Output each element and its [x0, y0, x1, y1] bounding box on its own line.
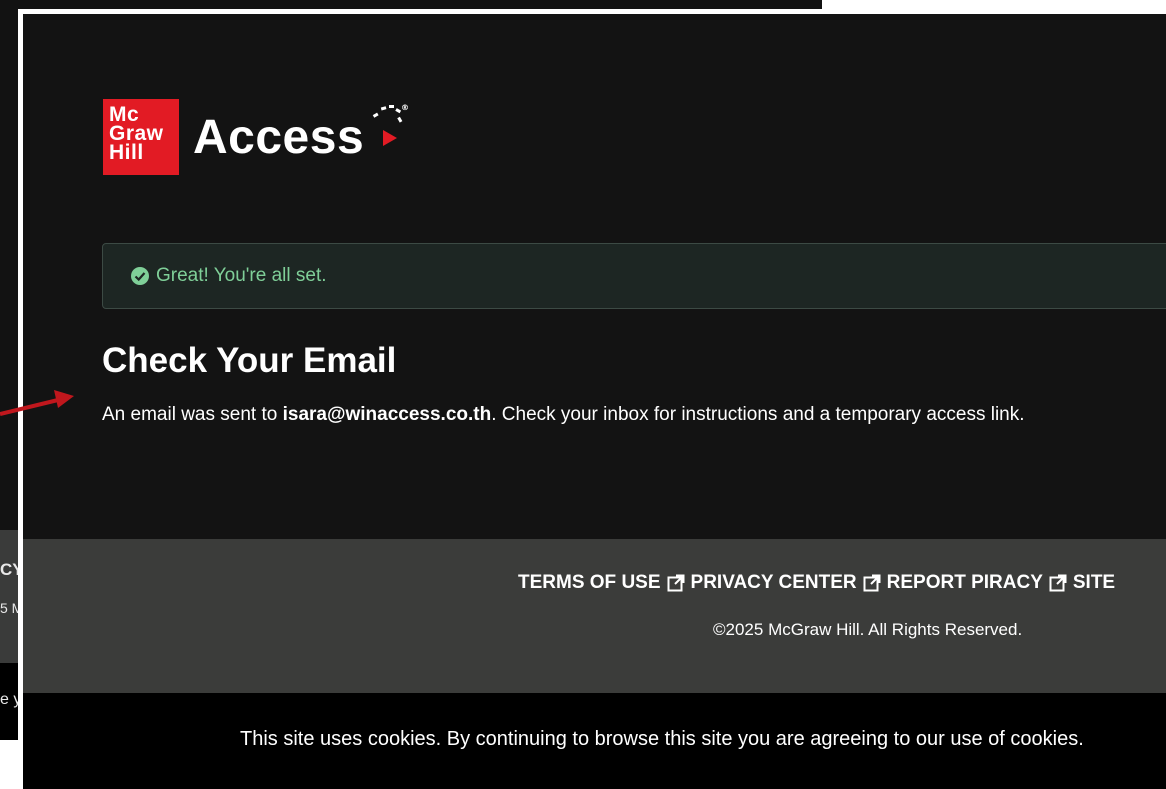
foreground-window: Mc Graw Hill Access ® Great! You're all …: [18, 9, 1166, 789]
message-suffix: . Check your inbox for instructions and …: [491, 404, 1025, 425]
footer-link-terms-of-use[interactable]: TERMS OF USE: [518, 572, 685, 594]
footer-link-label: SITE: [1072, 572, 1116, 593]
access-wordmark-text: Access: [193, 110, 365, 164]
success-alert: Great! You're all set.: [102, 243, 1166, 309]
page-content: Mc Graw Hill Access ® Great! You're all …: [23, 14, 1166, 789]
logo-line-hill: Hill: [109, 141, 144, 164]
footer-link-site[interactable]: SITE: [1073, 572, 1115, 594]
cookie-banner-text: This site uses cookies. By continuing to…: [240, 728, 1084, 750]
email-sent-message: An email was sent to isara@winaccess.co.…: [102, 404, 1025, 426]
footer-link-label: REPORT PIRACY: [886, 572, 1043, 593]
external-link-icon: [1049, 574, 1067, 592]
email-address: isara@winaccess.co.th: [282, 404, 492, 425]
footer-links: TERMS OF USE PRIVACY CENTER REPORT PIRAC…: [518, 572, 1121, 594]
registered-mark: ®: [401, 103, 410, 112]
message-prefix: An email was sent to: [102, 404, 283, 425]
access-burst-icon: ®: [372, 103, 410, 146]
page-footer: TERMS OF USE PRIVACY CENTER REPORT PIRAC…: [23, 539, 1166, 693]
footer-link-label: TERMS OF USE: [518, 572, 661, 593]
cookie-banner: This site uses cookies. By continuing to…: [23, 693, 1166, 789]
external-link-icon: [667, 574, 685, 592]
page-title: Check Your Email: [102, 341, 397, 380]
success-alert-text: Great! You're all set.: [156, 265, 327, 286]
footer-link-privacy-center[interactable]: PRIVACY CENTER: [691, 572, 881, 594]
access-wordmark: Access ®: [193, 103, 409, 165]
mcgraw-hill-access-logo: Mc Graw Hill Access ®: [103, 99, 409, 175]
copyright-text: ©2025 McGraw Hill. All Rights Reserved.: [713, 620, 1023, 639]
mcgraw-hill-logo-box: Mc Graw Hill: [103, 99, 179, 175]
check-circle-icon: [131, 267, 149, 285]
red-arrow-annotation: [0, 390, 74, 416]
footer-link-report-piracy[interactable]: REPORT PIRACY: [887, 572, 1067, 594]
footer-link-label: PRIVACY CENTER: [690, 572, 857, 593]
external-link-icon: [863, 574, 881, 592]
